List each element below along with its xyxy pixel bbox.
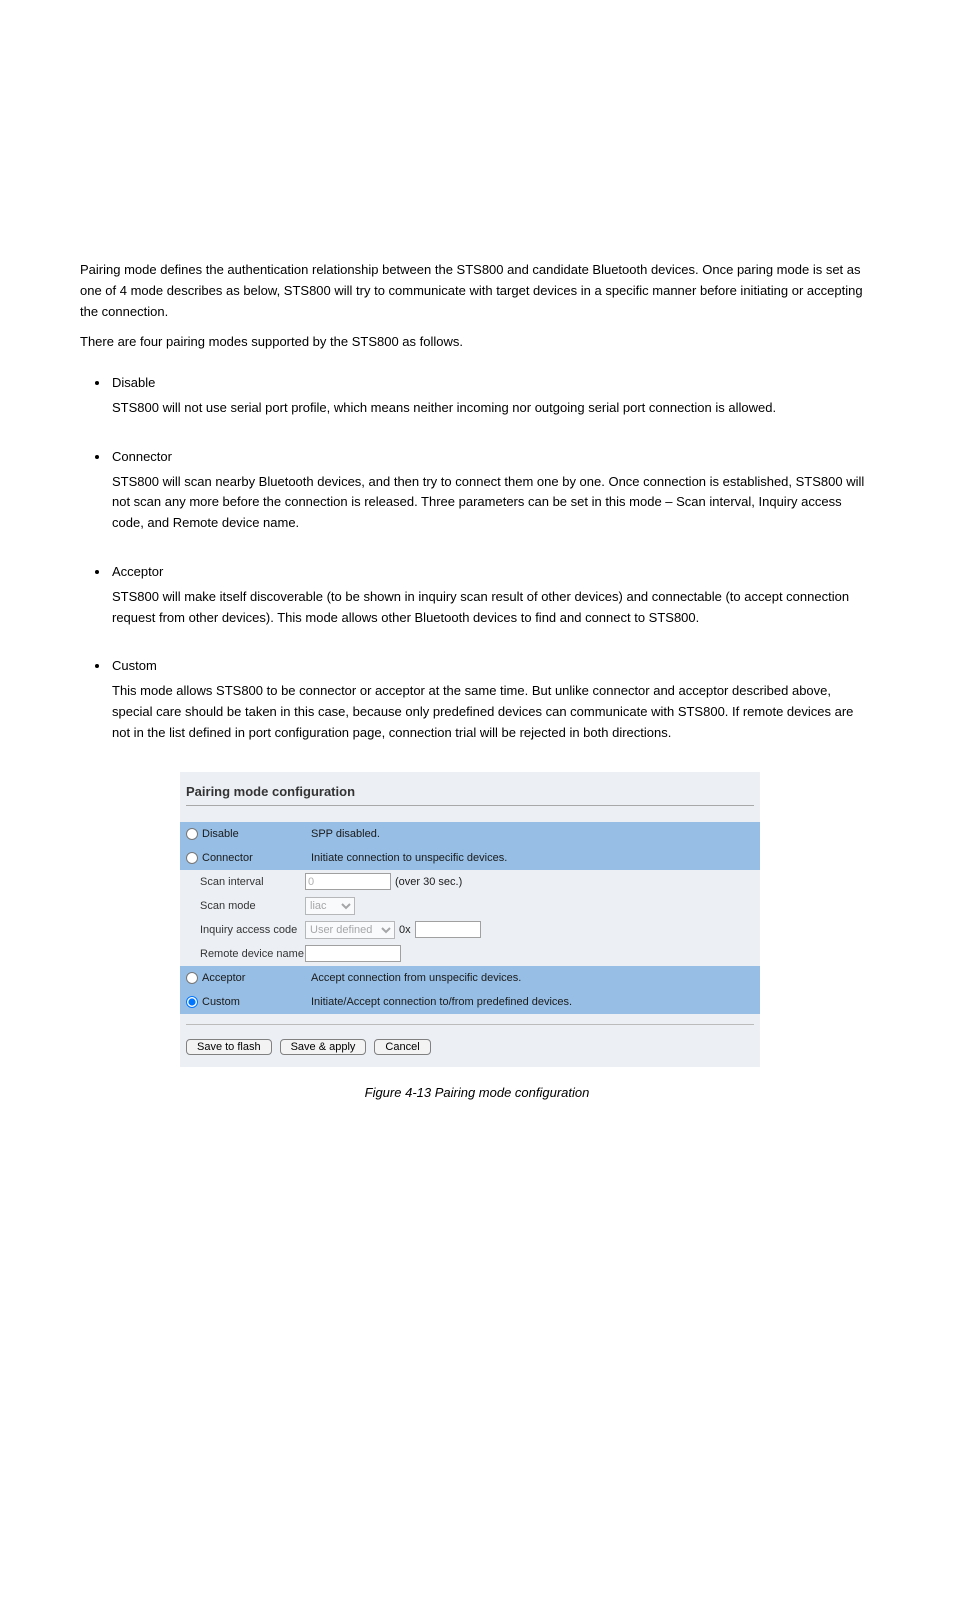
figure-caption: Figure 4-13 Pairing mode configuration [80,1085,874,1100]
field-label: Remote device name [200,948,305,960]
mode-body: STS800 will make itself discoverable (to… [112,587,874,629]
mode-name: Connector [112,449,172,464]
modes-list: Disable STS800 will not use serial port … [110,373,874,743]
field-label: Scan interval [200,876,305,888]
option-desc: Accept connection from unspecific device… [311,972,521,984]
radio-acceptor[interactable] [186,972,198,984]
radio-label: Custom [202,996,240,1008]
intro-paragraph-1: Pairing mode defines the authentication … [80,260,874,322]
mode-name: Custom [112,658,157,673]
iac-hex-input[interactable] [415,921,481,938]
option-desc: SPP disabled. [311,828,380,840]
mode-body: STS800 will scan nearby Bluetooth device… [112,472,874,534]
option-row-acceptor: Acceptor Accept connection from unspecif… [180,966,760,990]
option-row-custom: Custom Initiate/Accept connection to/fro… [180,990,760,1014]
mode-item-disable: Disable STS800 will not use serial port … [110,373,874,419]
scan-mode-select[interactable]: liac [305,897,355,915]
radio-custom[interactable] [186,996,198,1008]
iac-select[interactable]: User defined [305,921,395,939]
field-row-remote-name: Remote device name [180,942,760,966]
option-row-connector: Connector Initiate connection to unspeci… [180,846,760,870]
option-desc: Initiate/Accept connection to/from prede… [311,996,572,1008]
body-text: Pairing mode defines the authentication … [80,260,874,744]
save-apply-button[interactable]: Save & apply [280,1039,367,1055]
mode-item-custom: Custom This mode allows STS800 to be con… [110,656,874,743]
pairing-config-panel: Pairing mode configuration Disable SPP d… [180,772,760,1067]
radio-connector[interactable] [186,852,198,864]
panel-title: Pairing mode configuration [180,772,760,803]
radio-label: Connector [202,852,253,864]
option-desc: Initiate connection to unspecific device… [311,852,507,864]
button-row: Save to flash Save & apply Cancel [180,1039,760,1067]
panel-divider [186,805,754,806]
cancel-button[interactable]: Cancel [374,1039,430,1055]
iac-prefix: 0x [399,924,411,936]
mode-body: This mode allows STS800 to be connector … [112,681,874,743]
save-to-flash-button[interactable]: Save to flash [186,1039,272,1055]
radio-label: Acceptor [202,972,245,984]
intro-paragraph-2: There are four pairing modes supported b… [80,332,874,353]
field-row-scan-interval: Scan interval (over 30 sec.) [180,870,760,894]
field-label: Inquiry access code [200,924,305,936]
remote-name-input[interactable] [305,945,401,962]
field-label: Scan mode [200,900,305,912]
radio-disable[interactable] [186,828,198,840]
panel-divider-bottom [186,1024,754,1025]
field-row-iac: Inquiry access code User defined 0x [180,918,760,942]
mode-name: Acceptor [112,564,163,579]
mode-name: Disable [112,375,155,390]
mode-body: STS800 will not use serial port profile,… [112,398,874,419]
scan-interval-input[interactable] [305,873,391,890]
field-row-scan-mode: Scan mode liac [180,894,760,918]
option-row-disable: Disable SPP disabled. [180,822,760,846]
mode-item-acceptor: Acceptor STS800 will make itself discove… [110,562,874,628]
mode-item-connector: Connector STS800 will scan nearby Blueto… [110,447,874,534]
scan-interval-hint: (over 30 sec.) [395,876,462,888]
radio-label: Disable [202,828,239,840]
